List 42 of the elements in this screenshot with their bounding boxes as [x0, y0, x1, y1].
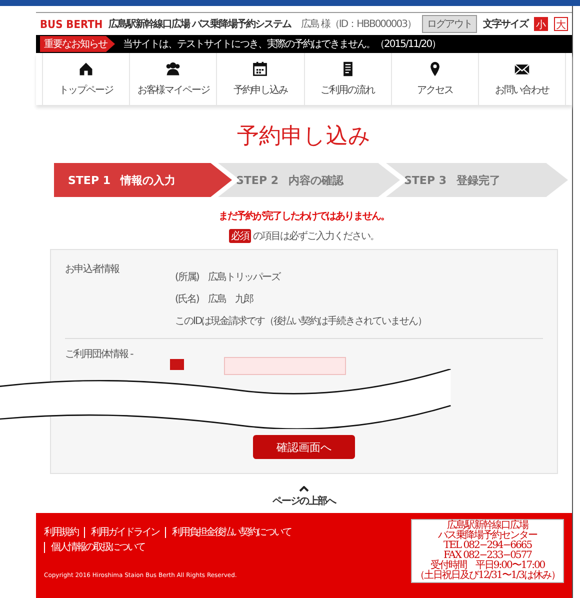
section-label: お申込者情報: [65, 262, 120, 277]
logo[interactable]: BUS BERTH: [40, 18, 103, 30]
confirm-button[interactable]: 確認画面へ: [253, 435, 355, 459]
page-title: 予約申し込み: [236, 123, 372, 151]
site-title: 広島駅新幹線口広場 バス乗降場予約システム: [108, 17, 292, 31]
input-field[interactable]: [224, 357, 346, 375]
required-badge: 必須: [229, 229, 251, 243]
calendar-icon: [252, 61, 268, 77]
footer-link[interactable]: 利用規約: [44, 527, 84, 538]
contact-text: 広島駅新幹線口広場: [447, 521, 530, 531]
required-note: の項目は必ずご入力ください。: [253, 230, 379, 243]
notice-label: 重要なお知らせ: [40, 36, 115, 52]
nav-item[interactable]: 予約申し込み: [216, 53, 304, 105]
font-size-button[interactable]: 大: [554, 17, 568, 31]
footer-link[interactable]: 利用負担金後払い契約について: [165, 527, 297, 538]
footer-link[interactable]: 利用ガイドライン: [84, 527, 165, 538]
font-size-label: 文字サイズ: [483, 17, 528, 31]
required-badge: [170, 359, 184, 370]
nav-item[interactable]: トップページ: [42, 53, 130, 105]
contact-text: TEL 082−294−6665: [442, 541, 533, 551]
section-label: ご利用団体情報 -: [65, 348, 134, 361]
chevron-up-icon: [299, 486, 309, 492]
nav-item[interactable]: お客様マイページ: [129, 53, 216, 105]
house-icon: [78, 61, 94, 77]
applicant-info: (氏名) 広島 九郎: [175, 292, 254, 306]
nav-item[interactable]: ご利用の流れ: [304, 53, 391, 105]
nav-item[interactable]: アクセス: [390, 53, 478, 105]
warning-text: まだ予約が完了したわけではありません。: [218, 209, 390, 223]
contact-text: （土日祝日及び12/31〜1/3は休み）: [415, 571, 560, 581]
applicant-info: (所属) 広島トリッパーズ: [175, 270, 282, 284]
contact-text: バス乗降場予約センター: [437, 531, 538, 541]
font-size-button[interactable]: 小: [534, 17, 548, 31]
logout-button[interactable]: ログアウト: [422, 15, 477, 33]
nav-item[interactable]: お問い合わせ: [478, 53, 566, 105]
notice-text: 当サイトは、テストサイトにつき、実際の予約はできません。（2015/11/20）: [123, 38, 441, 51]
contact-text: 受付時間 平日9:00〜17:00: [430, 561, 546, 571]
people-icon: [165, 61, 182, 77]
user-id: 広島 様（ID：HBB000003）: [300, 18, 416, 31]
page-top-link[interactable]: ページの上部へ: [272, 486, 336, 508]
contact-text: FAX 082−233−0577: [444, 551, 532, 561]
applicant-info: このIDは現金請求です（後払い契約は手続きされていません）: [175, 314, 427, 328]
footer-link[interactable]: 個人情報の取扱について: [44, 542, 150, 553]
